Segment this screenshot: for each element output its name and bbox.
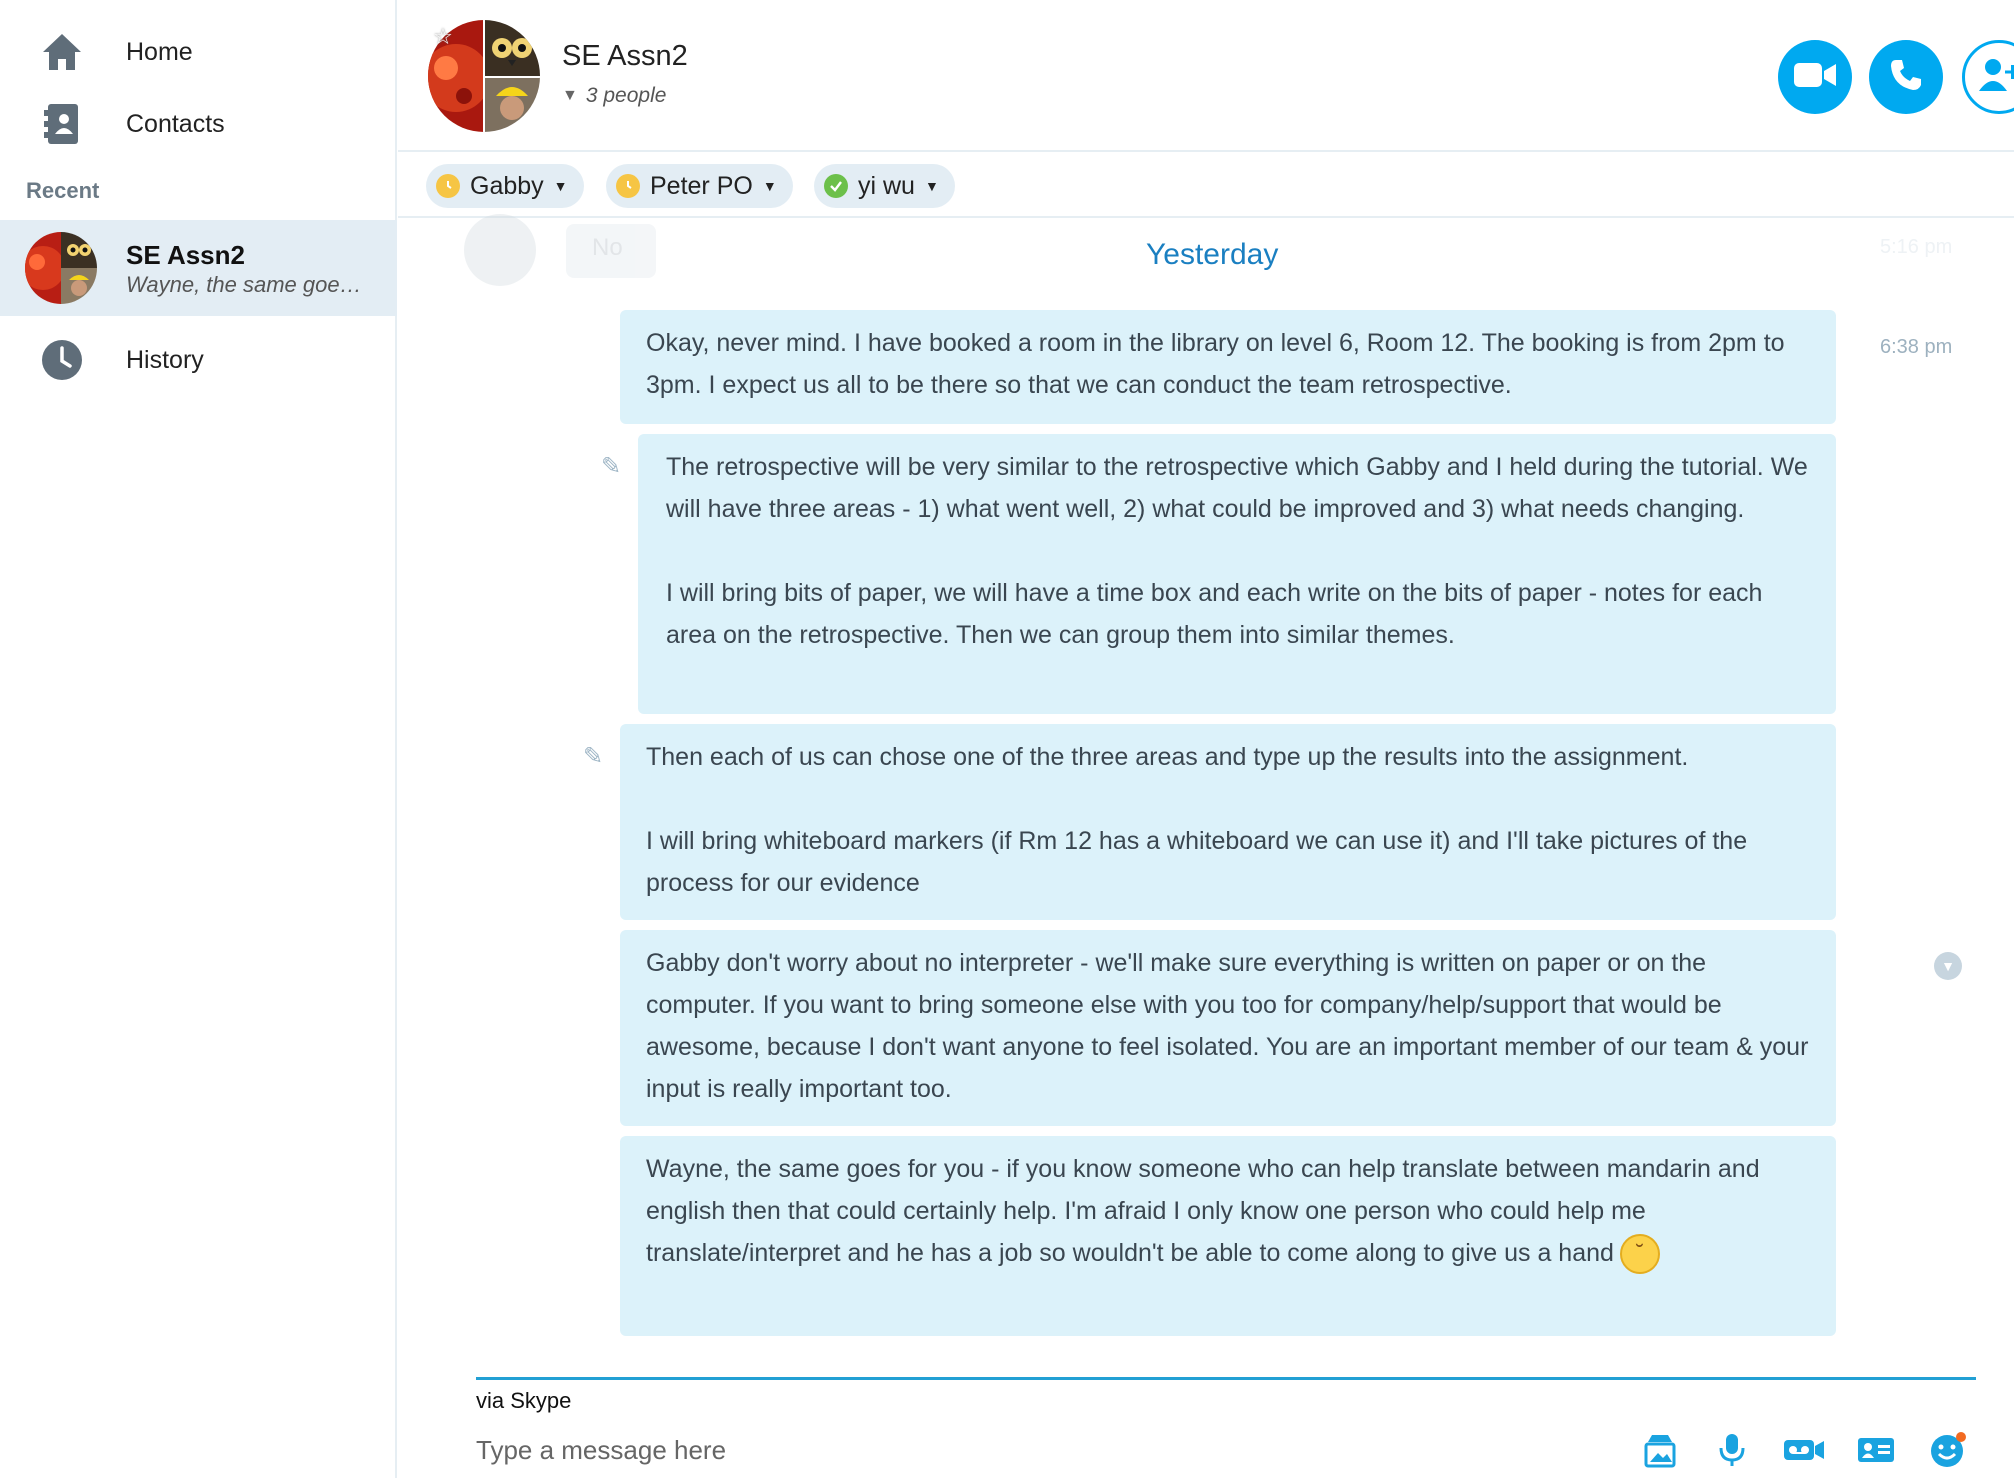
recent-title: SE Assn2 <box>126 240 245 270</box>
triangle-down-icon: ▼ <box>562 87 578 104</box>
people-count: 3 people <box>585 84 667 107</box>
message-text: Okay, never mind. I have booked a room i… <box>646 329 1785 399</box>
emoticon-icon <box>1929 1431 1967 1474</box>
sidebar-item-home[interactable]: Home <box>0 20 397 84</box>
via-label: via Skype <box>476 1388 572 1413</box>
away-status-icon <box>436 174 460 198</box>
edited-pencil-icon: ✎ <box>600 453 622 480</box>
message-bubble[interactable]: Then each of us can chose one of the thr… <box>620 724 1836 920</box>
video-message-icon <box>1783 1437 1825 1468</box>
audio-call-button[interactable] <box>1869 40 1943 114</box>
chat-title: SE Assn2 <box>562 40 688 72</box>
send-image-button[interactable] <box>1638 1430 1682 1474</box>
caret-down-icon: ▼ <box>553 178 568 194</box>
emoticon-button[interactable] <box>1926 1430 1970 1474</box>
message-timestamp: 6:38 pm <box>1880 336 1953 358</box>
microphone-icon <box>1718 1432 1746 1473</box>
message-text: The retrospective will be very similar t… <box>666 453 1808 523</box>
worried-emoji-icon: ˘ <box>1619 1234 1660 1275</box>
video-call-icon <box>1794 61 1836 94</box>
video-message-button[interactable] <box>1782 1430 1826 1474</box>
date-separator: Yesterday <box>1146 238 1279 271</box>
recent-conversation[interactable]: SE Assn2 Wayne, the same goe… <box>0 220 397 316</box>
participant-chip-yiwu[interactable]: yi wu ▼ <box>814 164 955 208</box>
edited-pencil-icon: ✎ <box>582 743 604 770</box>
participant-name: yi wu <box>858 171 915 200</box>
sidebar-item-history[interactable]: History <box>0 328 397 392</box>
video-call-button[interactable] <box>1778 40 1852 114</box>
audio-call-icon <box>1889 58 1923 97</box>
faded-avatar <box>464 214 536 286</box>
away-status-icon <box>616 174 640 198</box>
participant-name: Peter PO <box>650 171 753 200</box>
participants-bar: Gabby ▼ Peter PO ▼ yi wu ▼ <box>398 154 2014 218</box>
caret-down-icon: ▼ <box>924 178 939 194</box>
send-contact-button[interactable] <box>1854 1430 1898 1474</box>
message-text: I will bring whiteboard markers (if Rm 1… <box>646 827 1748 897</box>
sidebar: Home Contacts Recent SE Assn2 Wayne, the… <box>0 0 397 1478</box>
add-people-icon <box>1977 57 2014 98</box>
contacts-icon <box>38 100 86 148</box>
message-bubble[interactable]: Wayne, the same goes for you - if you kn… <box>620 1136 1836 1336</box>
sidebar-item-label: Contacts <box>126 109 225 138</box>
avatar <box>25 232 97 304</box>
participant-chip-gabby[interactable]: Gabby ▼ <box>426 164 584 208</box>
recent-preview: Wayne, the same goe… <box>126 272 362 297</box>
contact-card-icon <box>1857 1435 1895 1470</box>
caret-down-icon: ▼ <box>762 178 777 194</box>
message-text: Wayne, the same goes for you - if you kn… <box>646 1155 1760 1267</box>
online-status-icon <box>824 174 848 198</box>
participant-name: Gabby <box>470 171 544 200</box>
faded-message: No <box>566 224 656 278</box>
message-text: I will bring bits of paper, we will have… <box>666 579 1763 649</box>
message-bubble[interactable]: Gabby don't worry about no interpreter -… <box>620 930 1836 1126</box>
participants-toggle[interactable]: ▼ 3 people <box>562 84 666 108</box>
sidebar-item-label: History <box>126 345 204 374</box>
voice-message-button[interactable] <box>1710 1430 1754 1474</box>
participant-chip-peter[interactable]: Peter PO ▼ <box>606 164 793 208</box>
message-bubble[interactable]: Okay, never mind. I have booked a room i… <box>620 310 1836 424</box>
compose-divider <box>476 1377 1976 1380</box>
clock-icon <box>38 336 86 384</box>
favorite-star-icon[interactable]: ☆ <box>430 24 456 50</box>
chat-header <box>398 0 2014 152</box>
home-icon <box>38 28 86 76</box>
message-text: Then each of us can chose one of the thr… <box>646 743 1689 771</box>
message-input[interactable] <box>476 1428 1596 1472</box>
faded-timestamp: 5:16 pm <box>1880 236 1953 258</box>
sidebar-item-contacts[interactable]: Contacts <box>0 92 397 156</box>
sidebar-item-label: Home <box>126 37 193 66</box>
message-text: Gabby don't worry about no interpreter -… <box>646 949 1809 1103</box>
recent-heading: Recent <box>26 178 100 203</box>
message-bubble[interactable]: The retrospective will be very similar t… <box>638 434 1836 714</box>
message-options-icon[interactable]: ▼ <box>1934 952 1962 980</box>
send-image-icon <box>1642 1432 1678 1473</box>
